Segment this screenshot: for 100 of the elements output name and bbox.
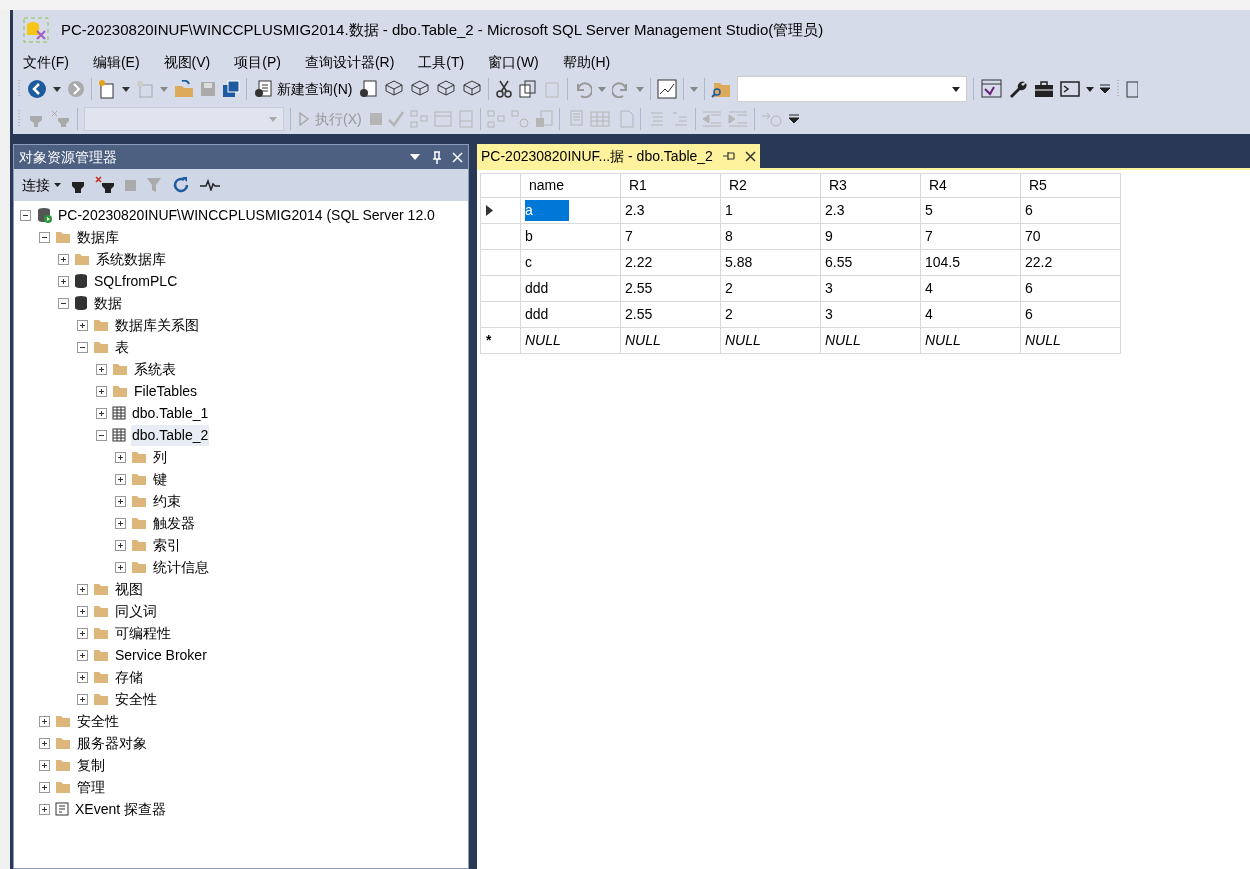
column-header[interactable]: R4 — [920, 173, 1021, 198]
expand-icon[interactable] — [39, 803, 50, 815]
overflow-icon[interactable] — [788, 114, 799, 124]
expand-icon[interactable] — [96, 385, 107, 397]
caret-icon[interactable] — [122, 86, 130, 92]
tree-item[interactable]: dbo.Table_2 — [131, 424, 210, 446]
tree-item[interactable]: 存储 — [114, 666, 144, 688]
tree-item[interactable]: 复制 — [76, 754, 106, 776]
expand-icon[interactable] — [115, 451, 126, 463]
table-cell[interactable]: 7 — [625, 228, 633, 244]
table-cell[interactable]: 5 — [925, 202, 933, 218]
expand-icon[interactable] — [77, 605, 88, 617]
menu-item[interactable]: 帮助(H) — [556, 51, 617, 73]
table-cell[interactable]: 3 — [825, 306, 833, 322]
table-cell[interactable]: 7 — [925, 228, 933, 244]
close-icon[interactable] — [744, 150, 756, 162]
document-lock-icon[interactable] — [1126, 80, 1139, 98]
expand-icon[interactable] — [77, 693, 88, 705]
tree-item[interactable]: 服务器对象 — [76, 732, 148, 754]
tree-item[interactable]: 系统表 — [133, 358, 177, 380]
menu-item[interactable]: 查询设计器(R) — [298, 51, 401, 73]
dropdown-icon[interactable] — [410, 154, 420, 160]
back-icon[interactable] — [27, 79, 47, 99]
collapse-icon[interactable] — [39, 231, 50, 243]
tree-item[interactable]: 索引 — [152, 534, 182, 556]
pin-icon[interactable] — [722, 151, 735, 161]
column-header[interactable]: R2 — [720, 173, 821, 198]
expand-icon[interactable] — [96, 407, 107, 419]
column-header[interactable]: R1 — [620, 173, 721, 198]
tree-item[interactable]: 统计信息 — [152, 556, 210, 578]
tree-item[interactable]: XEvent 探查器 — [74, 798, 168, 820]
table-cell[interactable]: ddd — [525, 280, 549, 296]
menu-item[interactable]: 视图(V) — [157, 51, 217, 73]
table-cell[interactable]: a — [525, 200, 569, 221]
expand-icon[interactable] — [96, 363, 107, 375]
tree-item[interactable]: 数据库关系图 — [114, 314, 200, 336]
table-cell[interactable]: 2.3 — [825, 202, 845, 218]
table-cell[interactable]: 4 — [925, 306, 933, 322]
tree-item[interactable]: FileTables — [133, 380, 199, 402]
table-cell[interactable]: 8 — [725, 228, 733, 244]
expand-icon[interactable] — [77, 583, 88, 595]
refresh-icon[interactable] — [172, 176, 190, 194]
tree-item[interactable]: 触发器 — [152, 512, 196, 534]
tree-item[interactable]: SQLfromPLC — [93, 270, 179, 292]
table-cell[interactable]: 3 — [825, 280, 833, 296]
menu-item[interactable]: 项目(P) — [228, 51, 287, 73]
table-cell[interactable]: b — [525, 228, 533, 244]
table-cell[interactable]: ddd — [525, 306, 549, 322]
collapse-icon[interactable] — [77, 341, 88, 353]
expand-icon[interactable] — [77, 649, 88, 661]
tree-item[interactable]: 数据 — [93, 292, 123, 314]
tree-item[interactable]: 视图 — [114, 578, 144, 600]
new-item-icon[interactable] — [98, 79, 116, 99]
wrench-icon[interactable] — [1008, 79, 1029, 99]
new-query-button[interactable]: 新建查询(N) — [253, 78, 355, 100]
tree-item[interactable]: 约束 — [152, 490, 182, 512]
tree-item[interactable]: Service Broker — [114, 644, 208, 666]
menu-item[interactable]: 文件(F) — [17, 51, 75, 73]
table-cell[interactable]: 9 — [825, 228, 833, 244]
connect-button[interactable]: 连接 — [22, 174, 61, 196]
table-cell[interactable]: c — [525, 254, 532, 270]
expand-icon[interactable] — [77, 319, 88, 331]
caret-icon[interactable] — [1086, 86, 1095, 92]
terminal-icon[interactable] — [1060, 80, 1081, 98]
tree-item[interactable]: 系统数据库 — [95, 248, 167, 270]
column-header[interactable]: R3 — [820, 173, 921, 198]
expand-icon[interactable] — [115, 539, 126, 551]
table-cell[interactable]: 6 — [1025, 280, 1033, 296]
activity-icon[interactable] — [200, 179, 220, 191]
tree-item[interactable]: 同义词 — [114, 600, 158, 622]
document-tab[interactable]: PC-20230820INUF...据 - dbo.Table_2 — [477, 144, 760, 168]
visual-studio-window-icon[interactable] — [980, 79, 1003, 99]
expand-icon[interactable] — [39, 715, 50, 727]
collapse-icon[interactable] — [58, 297, 69, 309]
table-cell[interactable]: 2.55 — [625, 306, 653, 322]
menu-item[interactable]: 编辑(E) — [86, 51, 146, 73]
find-folder-icon[interactable] — [711, 80, 732, 98]
save-all-icon[interactable] — [222, 80, 240, 98]
tree-item[interactable]: 可编程性 — [114, 622, 172, 644]
menu-item[interactable]: 工具(T) — [412, 51, 471, 73]
table-cell[interactable]: 2.22 — [625, 254, 653, 270]
expand-icon[interactable] — [39, 759, 50, 771]
cut-icon[interactable] — [495, 80, 514, 98]
check-icon[interactable] — [387, 111, 404, 127]
expand-icon[interactable] — [115, 561, 126, 573]
expand-icon[interactable] — [58, 253, 69, 265]
table-cell[interactable]: 4 — [925, 280, 933, 296]
open-folder-icon[interactable] — [174, 80, 194, 98]
column-header[interactable]: R5 — [1020, 173, 1121, 198]
copy-icon[interactable] — [519, 80, 538, 98]
collapse-icon[interactable] — [20, 209, 31, 221]
table-cell[interactable]: 2 — [725, 280, 733, 296]
activity-monitor-icon[interactable] — [657, 79, 678, 99]
caret-icon[interactable] — [53, 86, 61, 92]
table-cell[interactable]: 70 — [1025, 228, 1041, 244]
table-cell[interactable]: 2 — [725, 306, 733, 322]
expand-icon[interactable] — [115, 517, 126, 529]
menu-item[interactable]: 窗口(W) — [482, 51, 545, 73]
tree-item[interactable]: 数据库 — [76, 226, 120, 248]
expand-icon[interactable] — [58, 275, 69, 287]
